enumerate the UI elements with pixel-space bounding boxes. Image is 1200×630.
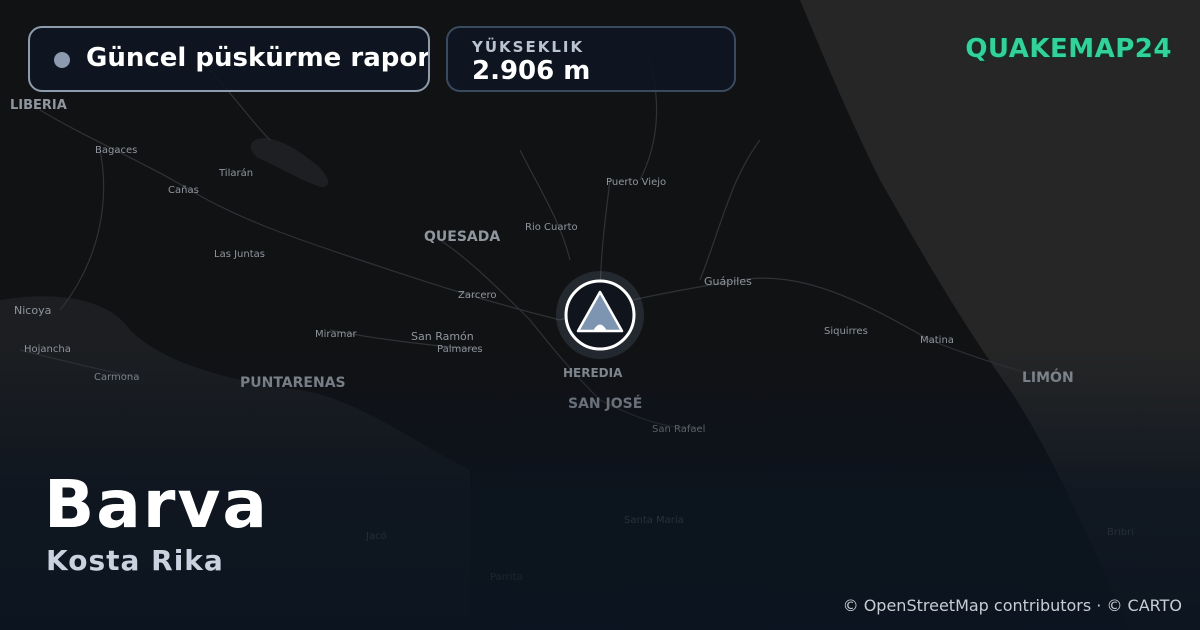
volcano-name: Barva <box>44 466 269 543</box>
label-liberia: LIBERIA <box>10 98 67 113</box>
map-attribution: © OpenStreetMap contributors · © CARTO <box>842 596 1182 615</box>
label-zarcero: Zarcero <box>458 290 497 301</box>
label-hojancha: Hojancha <box>24 344 71 355</box>
elevation-pill: YÜKSEKLIK 2.906 m <box>446 26 736 92</box>
eruption-status-pill: Güncel püskürme raporu <box>28 26 430 92</box>
brand-logo: QUAKEMAP24 <box>965 34 1172 64</box>
status-dot-icon <box>54 52 70 68</box>
volcano-country: Kosta Rika <box>46 544 224 577</box>
label-palmares: Palmares <box>437 344 483 355</box>
label-miramar: Miramar <box>315 329 358 340</box>
label-canas: Cañas <box>168 185 199 196</box>
label-bagaces: Bagaces <box>95 145 137 156</box>
label-heredia: HEREDIA <box>563 366 623 380</box>
label-tilaran: Tilarán <box>218 167 253 179</box>
label-bribri: Bribri <box>1107 527 1134 538</box>
label-santa-maria: Santa María <box>624 514 684 526</box>
label-las-juntas: Las Juntas <box>214 249 265 260</box>
label-san-ramon: San Ramón <box>411 330 474 343</box>
label-guapiles: Guápiles <box>704 275 752 288</box>
label-matina: Matina <box>920 335 954 346</box>
eruption-status-label: Güncel püskürme raporu <box>86 43 430 73</box>
label-puerto-viejo: Puerto Viejo <box>606 177 666 188</box>
label-puntarenas: PUNTARENAS <box>240 375 346 391</box>
volcano-marker[interactable] <box>556 271 644 359</box>
label-jaco: Jacó <box>365 530 387 542</box>
label-parrita: Parrita <box>490 572 523 583</box>
label-carmona: Carmona <box>94 372 139 383</box>
elevation-value: 2.906 m <box>472 56 591 86</box>
label-siquirres: Siquirres <box>824 326 868 337</box>
label-nicoya: Nicoya <box>14 304 51 317</box>
elevation-label: YÜKSEKLIK <box>472 38 585 56</box>
label-rio-cuarto: Rio Cuarto <box>525 222 578 233</box>
label-quesada: QUESADA <box>424 229 500 245</box>
label-san-jose: SAN JOSÉ <box>568 395 642 412</box>
label-san-rafael: San Rafael <box>652 424 705 435</box>
label-limon: LIMÓN <box>1022 368 1074 386</box>
